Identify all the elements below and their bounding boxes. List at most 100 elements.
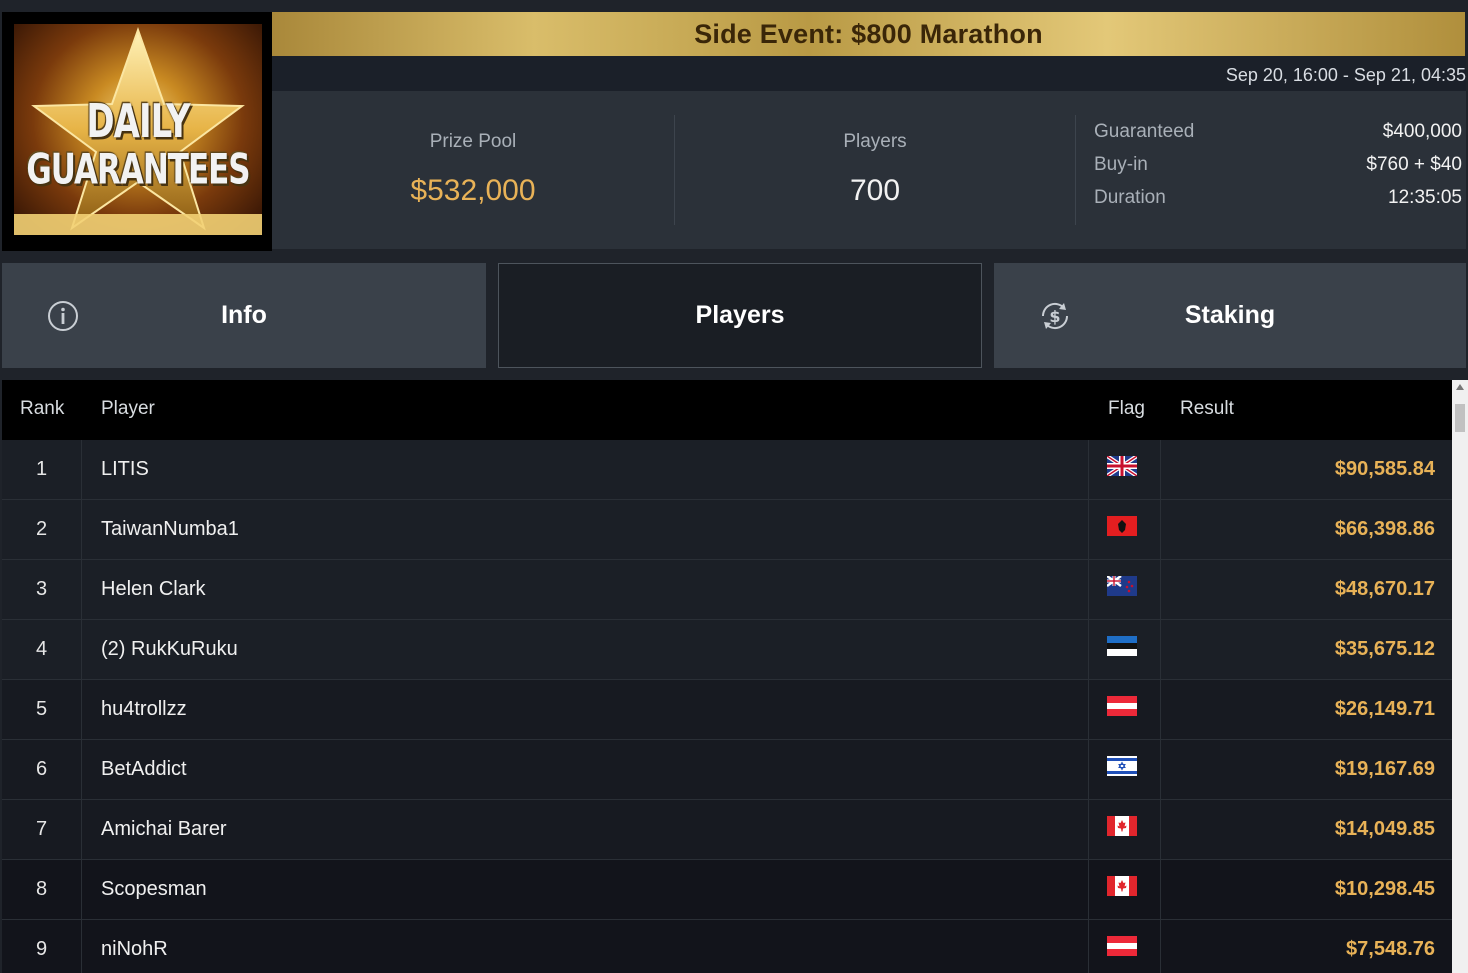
table-scrollbar[interactable] xyxy=(1452,380,1468,973)
table-body: 1 LITIS $90,585.84 2 TaiwanNumba1 $66,398.86 3… xyxy=(2,440,1452,973)
dollar-cycle-icon: $ xyxy=(1041,302,1069,330)
flag-cell xyxy=(1088,920,1161,973)
table-row[interactable]: 4 (2) RukKuRuku $35,675.12 xyxy=(2,620,1452,680)
event-title: Side Event: $800 Marathon xyxy=(694,18,1043,49)
rank-cell: 6 xyxy=(2,740,82,799)
table-row[interactable]: 8 Scopesman $10,298.45 xyxy=(2,860,1452,920)
players-stat: Players 700 xyxy=(674,91,1076,249)
prize-pool-stat: Prize Pool $532,000 xyxy=(272,91,674,249)
tournament-page: DAILY GUARANTEES Side Event: $800 Marath… xyxy=(0,0,1468,973)
stats-panel: Prize Pool $532,000 Players 700 Guarante… xyxy=(272,91,1466,249)
player-name[interactable]: (2) RukKuRuku xyxy=(101,620,238,679)
flag-cell xyxy=(1088,500,1161,559)
detail-row-guaranteed: Guaranteed $400,000 xyxy=(1094,121,1462,154)
tab-staking[interactable]: $ Staking xyxy=(994,263,1466,368)
tab-players[interactable]: Players xyxy=(498,263,982,368)
scroll-thumb[interactable] xyxy=(1455,404,1465,432)
header-result[interactable]: Result xyxy=(1180,398,1234,420)
rank-cell: 9 xyxy=(2,920,82,973)
player-name[interactable]: TaiwanNumba1 xyxy=(101,500,239,559)
flag-cell xyxy=(1088,740,1161,799)
table-row[interactable]: 5 hu4trollzz $26,149.71 xyxy=(2,680,1452,740)
result-cell: $26,149.71 xyxy=(1334,698,1435,720)
tab-info-label: Info xyxy=(221,301,267,329)
tab-players-label: Players xyxy=(695,301,785,329)
flag-cell xyxy=(1088,680,1161,739)
rank-cell: 3 xyxy=(2,560,82,619)
event-title-bar: Side Event: $800 Marathon xyxy=(272,12,1465,56)
table-row[interactable]: 6 BetAddict $19,167.69 xyxy=(2,740,1452,800)
detail-value: 12:35:05 xyxy=(1388,187,1462,208)
flag-cell xyxy=(1088,800,1161,859)
event-logo: DAILY GUARANTEES xyxy=(2,12,272,251)
player-name[interactable]: LITIS xyxy=(101,440,149,499)
rank-cell: 5 xyxy=(2,680,82,739)
detail-row-duration: Duration 12:35:05 xyxy=(1094,187,1462,220)
table-row[interactable]: 9 niNohR $7,548.76 xyxy=(2,920,1452,973)
player-name[interactable]: BetAddict xyxy=(101,740,187,799)
stat-divider xyxy=(1075,115,1076,225)
player-name[interactable]: Amichai Barer xyxy=(101,800,227,859)
austria-flag-icon xyxy=(1107,696,1137,716)
rank-cell: 1 xyxy=(2,440,82,499)
rank-cell: 4 xyxy=(2,620,82,679)
event-dates: Sep 20, 16:00 - Sep 21, 04:35 xyxy=(1225,65,1466,85)
table-row[interactable]: 2 TaiwanNumba1 $66,398.86 xyxy=(2,500,1452,560)
player-name[interactable]: niNohR xyxy=(101,920,168,973)
result-cell: $35,675.12 xyxy=(1334,638,1435,660)
tab-info[interactable]: Info xyxy=(2,263,486,368)
table-row[interactable]: 7 Amichai Barer $14,049.85 xyxy=(2,800,1452,860)
rank-cell: 2 xyxy=(2,500,82,559)
rank-cell: 8 xyxy=(2,860,82,919)
detail-value: $400,000 xyxy=(1382,121,1462,142)
player-name[interactable]: Scopesman xyxy=(101,860,207,919)
new-zealand-flag-icon xyxy=(1107,576,1137,596)
flag-cell xyxy=(1088,620,1161,679)
table-row[interactable]: 3 Helen Clark $48,670.17 xyxy=(2,560,1452,620)
detail-row-buy-in: Buy-in $760 + $40 xyxy=(1094,154,1462,187)
svg-text:$: $ xyxy=(1049,307,1060,326)
table-header: Rank Player Flag Result xyxy=(2,380,1452,440)
tab-staking-label: Staking xyxy=(1184,301,1276,329)
albania-flag-icon xyxy=(1107,516,1137,536)
logo-line-2: GUARANTEES xyxy=(26,145,250,195)
table-row[interactable]: 1 LITIS $90,585.84 xyxy=(2,440,1452,500)
players-value: 700 xyxy=(849,174,901,207)
prize-pool-value: $532,000 xyxy=(410,174,536,207)
detail-label: Duration xyxy=(1094,187,1166,208)
event-date-row: Sep 20, 16:00 - Sep 21, 04:35 xyxy=(272,56,1466,91)
players-table: Rank Player Flag Result 1 LITIS $90,585.84… xyxy=(2,380,1452,973)
flag-cell xyxy=(1088,440,1161,499)
result-cell: $7,548.76 xyxy=(1346,938,1435,960)
players-label: Players xyxy=(843,131,907,152)
player-name[interactable]: Helen Clark xyxy=(101,560,205,619)
result-cell: $14,049.85 xyxy=(1334,818,1435,840)
flag-cell xyxy=(1088,560,1161,619)
israel-flag-icon xyxy=(1107,756,1137,776)
info-icon xyxy=(48,301,78,331)
result-cell: $10,298.45 xyxy=(1334,878,1435,900)
detail-label: Buy-in xyxy=(1094,154,1148,175)
header-flag[interactable]: Flag xyxy=(1108,398,1145,420)
canada-flag-icon xyxy=(1107,816,1137,836)
result-cell: $66,398.86 xyxy=(1334,518,1435,540)
austria-flag-icon xyxy=(1107,936,1137,956)
player-name[interactable]: hu4trollzz xyxy=(101,680,187,739)
result-cell: $90,585.84 xyxy=(1334,458,1435,480)
result-cell: $19,167.69 xyxy=(1334,758,1435,780)
uk-flag-icon xyxy=(1107,456,1137,476)
detail-value: $760 + $40 xyxy=(1366,154,1462,175)
prize-pool-label: Prize Pool xyxy=(429,131,517,152)
canada-flag-icon xyxy=(1107,876,1137,896)
header-rank[interactable]: Rank xyxy=(20,398,64,420)
detail-label: Guaranteed xyxy=(1094,121,1195,142)
scroll-up-icon[interactable] xyxy=(1456,384,1464,390)
header-player[interactable]: Player xyxy=(101,398,155,420)
estonia-flag-icon xyxy=(1107,636,1137,656)
rank-cell: 7 xyxy=(2,800,82,859)
logo-line-1: DAILY xyxy=(86,95,190,149)
result-cell: $48,670.17 xyxy=(1334,578,1435,600)
flag-cell xyxy=(1088,860,1161,919)
daily-guarantees-logo: DAILY GUARANTEES xyxy=(14,24,262,235)
event-details: Guaranteed $400,000 Buy-in $760 + $40 Du… xyxy=(1094,121,1462,220)
